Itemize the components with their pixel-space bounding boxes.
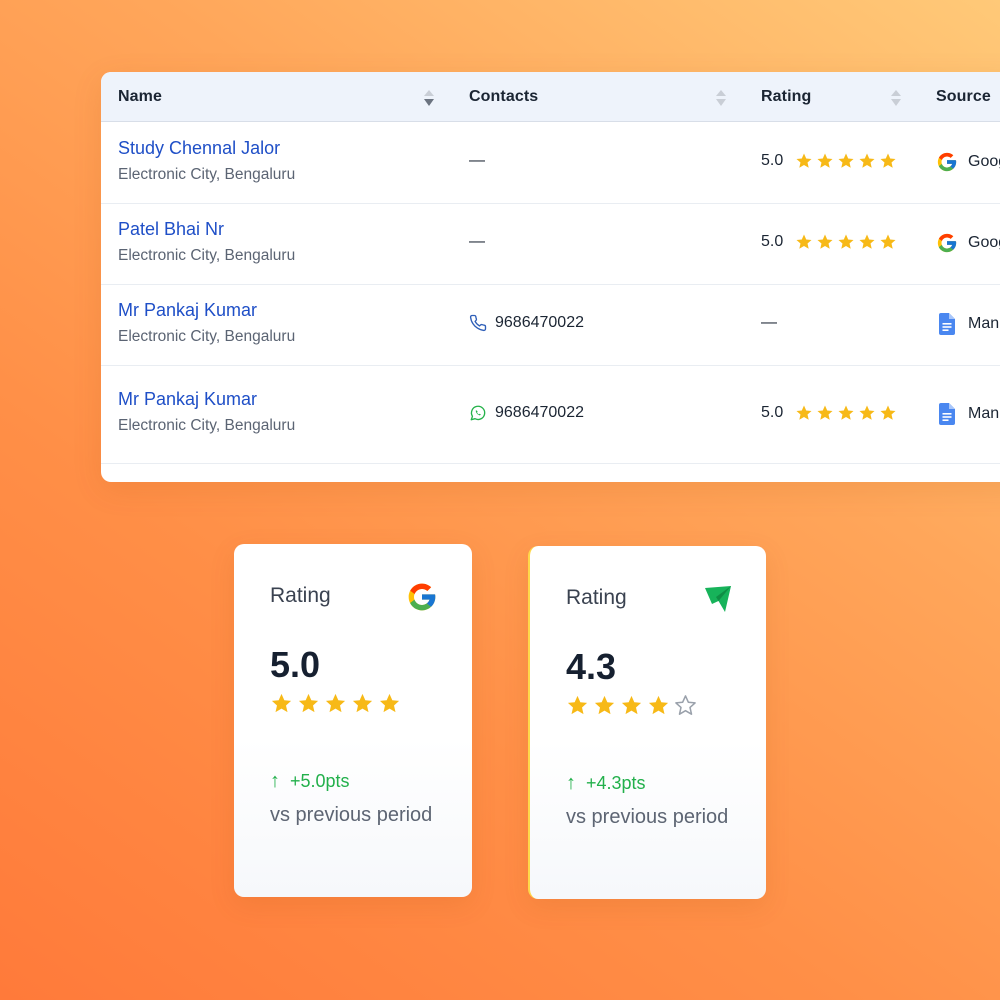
contact-name-link[interactable]: Patel Bhai Nr (118, 218, 295, 240)
star-filled-icon (859, 405, 875, 420)
star-filled-icon (838, 234, 854, 249)
star-filled-icon (379, 693, 400, 713)
star-rating (795, 152, 897, 170)
sort-icon[interactable] (890, 89, 902, 107)
table-row[interactable]: Mr Pankaj Kumar Electronic City, Bengalu… (101, 285, 1000, 366)
table-row[interactable]: Mr Pankaj Kumar Electronic City, Bengalu… (101, 366, 1000, 464)
star-filled-icon (648, 695, 669, 715)
column-header-source[interactable]: Source (936, 72, 991, 122)
star-filled-icon (859, 234, 875, 249)
star-rating (270, 692, 401, 715)
google-icon (406, 581, 438, 613)
column-header-contacts[interactable]: Contacts (469, 72, 538, 122)
source-cell: Goog (936, 232, 1000, 254)
rating-change: ↑ +4.3pts (566, 772, 646, 795)
star-filled-icon (796, 234, 812, 249)
star-filled-icon (817, 405, 833, 420)
star-filled-icon (880, 405, 896, 420)
source-label: Goog (968, 153, 1000, 170)
contact-cell: — (469, 152, 485, 170)
card-label: Rating (566, 586, 627, 609)
star-filled-icon (621, 695, 642, 715)
rating-cell: 5.0 (761, 233, 897, 251)
document-icon (936, 313, 958, 335)
table-row[interactable]: Patel Bhai Nr Electronic City, Bengaluru… (101, 204, 1000, 285)
change-value: +4.3pts (586, 773, 646, 793)
comparison-label: vs previous period (566, 806, 729, 828)
star-filled-icon (838, 153, 854, 168)
rating-change: ↑ +5.0pts (270, 770, 350, 793)
star-filled-icon (796, 405, 812, 420)
star-filled-icon (880, 234, 896, 249)
star-filled-icon (838, 405, 854, 420)
star-filled-icon (594, 695, 615, 715)
leads-table: Name Contacts Rating Source Study Chenna… (101, 72, 1000, 482)
star-filled-icon (352, 693, 373, 713)
star-filled-icon (325, 693, 346, 713)
rating-value: 5.0 (761, 233, 784, 250)
rating-cell: — (761, 314, 777, 332)
rating-value: 5.0 (270, 644, 321, 685)
google-icon (936, 151, 958, 173)
star-rating (566, 694, 697, 717)
platform-rating-card: Rating 4.3 ↑ +4.3pts vs previous period (528, 546, 766, 899)
contact-name-link[interactable]: Study Chennal Jalor (118, 137, 295, 159)
contact-location: Electronic City, Bengaluru (118, 247, 296, 264)
star-filled-icon (880, 153, 896, 168)
contact-value: — (469, 233, 485, 250)
star-rating (795, 233, 897, 251)
contact-location: Electronic City, Bengaluru (118, 166, 296, 183)
source-cell: Man (936, 313, 999, 335)
arrow-up-icon: ↑ (566, 772, 576, 794)
star-filled-icon (817, 153, 833, 168)
table-row[interactable]: Study Chennal Jalor Electronic City, Ben… (101, 123, 1000, 204)
card-label: Rating (270, 584, 331, 607)
contact-location: Electronic City, Bengaluru (118, 328, 296, 345)
star-filled-icon (817, 234, 833, 249)
contact-name-link[interactable]: Mr Pankaj Kumar (118, 388, 295, 410)
google-icon (936, 232, 958, 254)
document-icon (936, 403, 958, 425)
contact-value[interactable]: 9686470022 (495, 314, 584, 332)
change-value: +5.0pts (290, 771, 350, 791)
star-filled-icon (271, 693, 292, 713)
whatsapp-icon[interactable] (469, 404, 487, 422)
contact-value[interactable]: 9686470022 (495, 404, 584, 422)
contact-location: Electronic City, Bengaluru (118, 417, 296, 434)
source-label: Goog (968, 234, 1000, 251)
rating-value: 5.0 (761, 404, 784, 421)
source-label: Man (968, 315, 1000, 332)
star-rating (795, 404, 897, 422)
rating-value: 5.0 (761, 152, 784, 169)
google-rating-card: Rating 5.0 ↑ +5.0pts vs previous period (234, 544, 472, 897)
contact-cell: 9686470022 (469, 404, 584, 422)
contact-value: — (469, 152, 485, 169)
star-filled-icon (796, 153, 812, 168)
star-empty-icon (675, 695, 696, 715)
star-filled-icon (298, 693, 319, 713)
star-filled-icon (859, 153, 875, 168)
star-filled-icon (567, 695, 588, 715)
phone-icon[interactable] (469, 314, 487, 332)
send-arrow-icon (702, 583, 734, 615)
rating-cell: 5.0 (761, 404, 897, 422)
table-header: Name Contacts Rating Source (101, 72, 1000, 122)
column-header-name[interactable]: Name (118, 72, 162, 122)
rating-cell: 5.0 (761, 152, 897, 170)
sort-icon[interactable] (715, 89, 727, 107)
contact-name-link[interactable]: Mr Pankaj Kumar (118, 299, 295, 321)
comparison-label: vs previous period (270, 804, 433, 826)
source-cell: Man (936, 403, 999, 425)
contact-cell: — (469, 233, 485, 251)
rating-value: — (761, 314, 777, 331)
contact-cell: 9686470022 (469, 314, 584, 332)
source-cell: Goog (936, 151, 1000, 173)
source-label: Man (968, 405, 1000, 422)
column-header-rating[interactable]: Rating (761, 72, 811, 122)
sort-icon[interactable] (423, 89, 435, 107)
rating-value: 4.3 (566, 646, 617, 687)
arrow-up-icon: ↑ (270, 770, 280, 792)
